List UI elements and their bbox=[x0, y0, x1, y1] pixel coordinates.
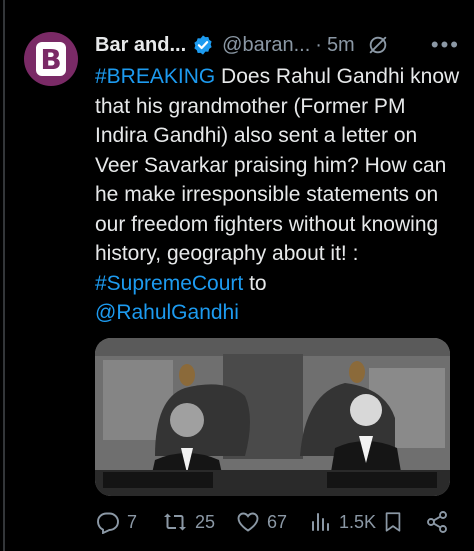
repost-icon bbox=[164, 513, 186, 531]
timestamp[interactable]: 5m bbox=[327, 34, 355, 57]
tweet-header: Bar and... @baran... · 5m ••• bbox=[95, 32, 460, 58]
bar-and-bench-logo-icon: B bbox=[36, 42, 66, 76]
more-options-icon[interactable]: ••• bbox=[431, 32, 460, 58]
reply-icon bbox=[97, 512, 119, 534]
separator-dot: · bbox=[315, 33, 322, 56]
tweet-text: #BREAKING Does Rahul Gandhi know that hi… bbox=[95, 62, 460, 328]
reply-count: 7 bbox=[127, 511, 138, 532]
hashtag-breaking-link[interactable]: #BREAKING bbox=[95, 65, 215, 88]
mention-rahulgandhi-link[interactable]: @RahulGandhi bbox=[95, 301, 239, 324]
tweet-media-photo[interactable] bbox=[95, 338, 450, 496]
reply-button[interactable]: 7 bbox=[95, 510, 137, 534]
heart-icon bbox=[237, 512, 259, 532]
views-button[interactable]: 1.5K bbox=[309, 510, 376, 534]
bookmark-button[interactable] bbox=[382, 510, 404, 534]
like-count: 67 bbox=[267, 511, 288, 532]
repost-count: 25 bbox=[195, 511, 216, 532]
verified-badge-icon bbox=[192, 34, 214, 56]
like-button[interactable]: 67 bbox=[235, 510, 287, 534]
hashtag-supremecourt-link[interactable]: #SupremeCourt bbox=[95, 272, 243, 295]
author-handle[interactable]: @baran... bbox=[222, 34, 310, 57]
avatar[interactable]: B bbox=[24, 32, 78, 86]
views-count: 1.5K bbox=[339, 511, 377, 532]
grok-icon[interactable] bbox=[367, 34, 389, 56]
avatar-letter: B bbox=[40, 42, 62, 76]
tweet-body: Does Rahul Gandhi know that his grandmot… bbox=[95, 65, 460, 265]
courtroom-photo bbox=[95, 338, 450, 496]
repost-button[interactable]: 25 bbox=[161, 510, 215, 534]
author-name[interactable]: Bar and... bbox=[95, 34, 186, 57]
share-button[interactable] bbox=[425, 510, 449, 534]
tweet-to-text: to bbox=[243, 271, 267, 295]
views-icon bbox=[312, 513, 329, 531]
thread-line bbox=[3, 0, 5, 551]
bookmark-icon bbox=[385, 512, 401, 532]
action-bar: 7 25 67 1.5K bbox=[95, 508, 460, 536]
share-icon bbox=[427, 511, 447, 533]
